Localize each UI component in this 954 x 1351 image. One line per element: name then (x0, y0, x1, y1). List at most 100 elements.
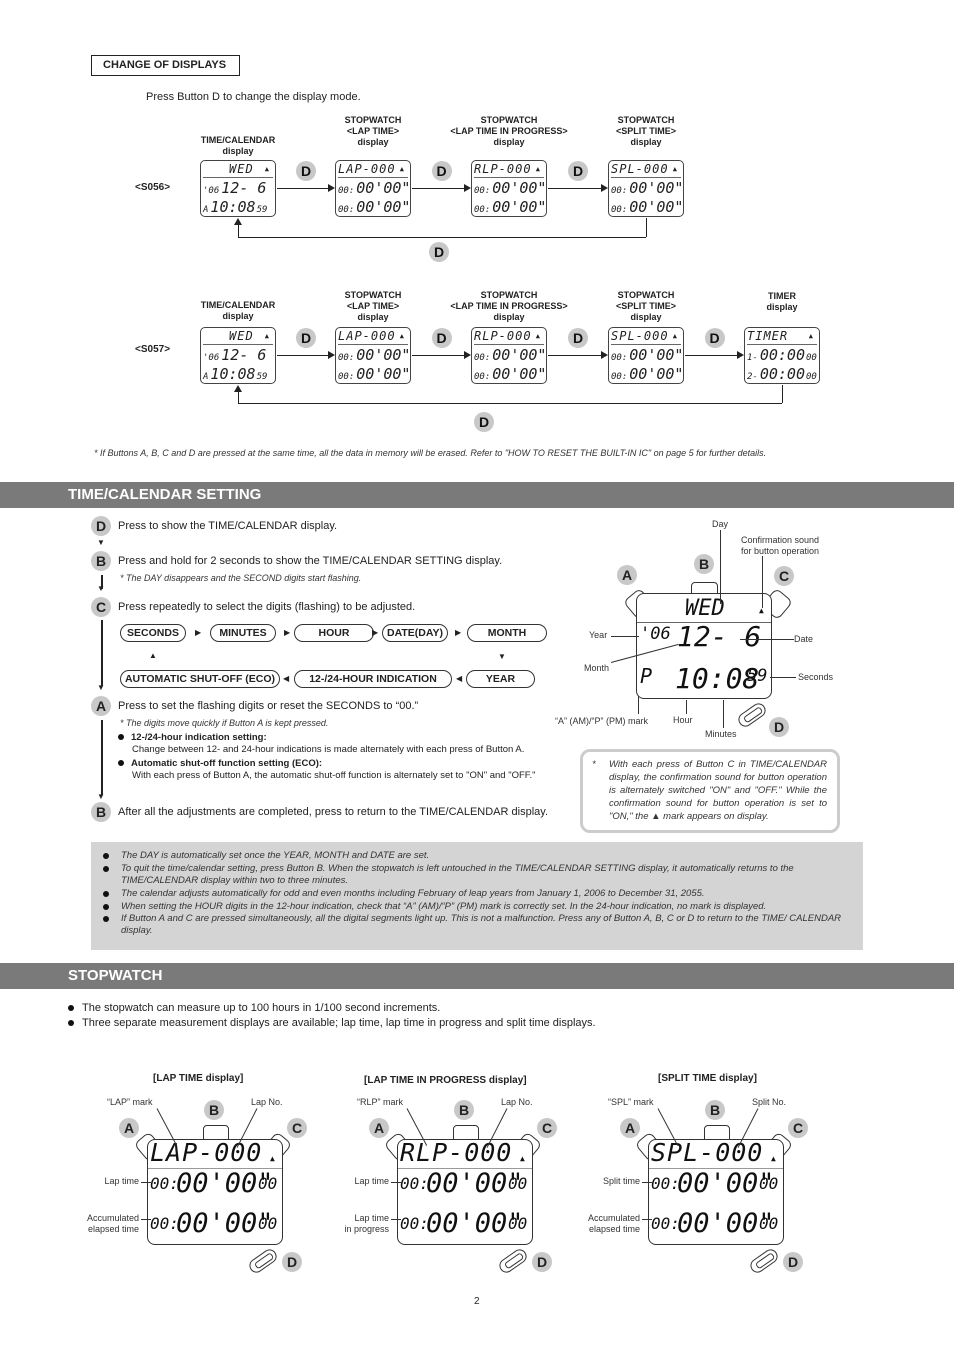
caption-line: TIME/CALENDAR (200, 300, 276, 310)
lcd-small: 00: (338, 372, 355, 382)
lcd-row: 00:00'00"00 (474, 179, 546, 200)
sub-bullet-text: Change between 12- and 24-hour indicatio… (132, 744, 525, 755)
display-caption: STOPWATCH <LAP TIME> display (308, 115, 438, 148)
flow-arrow-line (412, 188, 464, 189)
lcd-top-value: LAP-000 (338, 329, 396, 343)
ampm-value: P (640, 664, 653, 688)
lcd-row: 00:00'00"00 (611, 179, 684, 200)
lcd-small: 2- (747, 372, 758, 382)
lcd-small: 1- (747, 353, 758, 363)
lcd-row: 2- 00:0000 (747, 365, 817, 383)
lcd-main: 00'00" (356, 346, 411, 364)
lcd-main: 00'00" (356, 179, 411, 197)
arrow-right-icon: ▶ (284, 628, 291, 637)
lcd-display: WED ▲ '06 12- 6 A 10:0859 (200, 327, 276, 384)
lcd-main: 00:00 (759, 346, 805, 364)
mark-label: “SPL” mark (608, 1097, 654, 1107)
bullet-icon (118, 734, 124, 741)
lcd-main: 00'00" (629, 179, 684, 197)
bell-icon: ▲ (535, 165, 541, 173)
button-d-icon: D (568, 161, 588, 181)
lcd-row: A 10:0859 (203, 365, 273, 383)
label-minutes: Minutes (705, 729, 737, 739)
gray-note: The calendar adjusts automatically for o… (103, 888, 851, 900)
row2-label: Accumulated elapsed time (587, 1213, 640, 1234)
lcd-small: 00: (611, 205, 628, 215)
leader-line (770, 677, 796, 678)
step-text: Press to show the TIME/CALENDAR display. (118, 520, 338, 532)
label-ampm: “A” (AM)/“P” (PM) mark (555, 716, 648, 726)
lcd-small: 00: (611, 353, 628, 363)
gray-note: The DAY is automatically set once the YE… (103, 850, 851, 862)
model-label: <S056> (135, 182, 171, 193)
caption-line: display (493, 137, 525, 147)
gray-note-text: The calendar adjusts automatically for o… (121, 888, 705, 899)
row2-label: Lap time in progress (344, 1213, 389, 1234)
lcd-small: 00 (806, 353, 817, 363)
gray-note: To quit the time/calendar setting, press… (103, 863, 851, 887)
gray-note-text: When setting the HOUR digits in the 12-h… (121, 901, 767, 912)
lcd-small: 00: (474, 205, 491, 215)
lcd-top-text: TIMER ▲ (747, 328, 817, 345)
sub-bullet: Automatic shut-off function setting (ECO… (118, 758, 550, 782)
label-hour: Hour (673, 715, 693, 725)
caption-line: display (222, 146, 254, 156)
lcd-top-value: WED (229, 162, 254, 176)
sequence-item: SECONDS (120, 624, 186, 642)
lcd-main: 00'00" (492, 198, 547, 216)
button-d-icon: D (704, 328, 725, 348)
bullet-icon (68, 1005, 74, 1012)
lcd-display: SPL-000▲00:00'00"0000:00'00"00 (608, 327, 684, 384)
button-b-icon: B (705, 1100, 725, 1120)
lcd-top-value: TIMER (747, 329, 789, 343)
bell-icon: ▲ (771, 1154, 776, 1163)
button-d-housing[interactable] (747, 1246, 781, 1276)
button-d-icon: D (431, 161, 452, 181)
lcd-main: 12- 6 (221, 179, 267, 197)
arrow-right-icon (601, 184, 608, 192)
watch-face: WED ▲ '06 12- 6 P 10:08 59 (636, 593, 772, 699)
return-line (646, 218, 647, 237)
lcd-small: '06 (203, 186, 220, 196)
button-d-icon: D (429, 242, 449, 262)
button-d-housing[interactable] (496, 1246, 530, 1276)
hundredths-digits: 00 (508, 1174, 528, 1193)
sequence-item: HOUR (294, 624, 374, 642)
display-caption: TIME/CALENDAR display (173, 135, 303, 157)
hundredths-digits: 00 (258, 1214, 278, 1233)
arrow-right-icon (328, 184, 335, 192)
caption-line: STOPWATCH (617, 290, 675, 300)
lcd-top-text: SPL-000 ▲ (611, 328, 681, 345)
caption-line: display (630, 137, 662, 147)
button-d-housing[interactable] (735, 700, 769, 730)
flow-arrow-line (277, 188, 328, 189)
arrow-left-icon: ◀ (456, 674, 463, 683)
button-d-housing[interactable] (246, 1246, 280, 1276)
leader-line (391, 1219, 401, 1220)
sound-note-text: With each press of Button C in TIME/CALE… (609, 759, 827, 822)
sequence-item: 12-/24-HOUR INDICATION (294, 670, 452, 688)
lcd-small: 00: (474, 186, 491, 196)
small-digits: 00: (400, 1174, 429, 1193)
display-caption: STOPWATCH <LAP TIME IN PROGRESS> display (444, 115, 574, 148)
lcd-row: 00:00'00"00 (338, 365, 410, 383)
bell-icon: ▲ (672, 165, 678, 173)
lcd-row: 00:00'00"00 (611, 346, 683, 367)
bullet-icon (118, 760, 124, 767)
lcd-top-value: RLP-000 (474, 329, 532, 343)
lcd-main: 00'00" (492, 346, 547, 364)
sequence-item: MINUTES (210, 624, 276, 642)
step-text: Press repeatedly to select the digits (f… (118, 601, 416, 613)
button-a-icon: A (617, 565, 637, 585)
button-d-icon: D (296, 328, 316, 348)
button-a-icon: A (369, 1118, 389, 1138)
arrow-down-icon: ▼ (97, 584, 105, 593)
arrow-right-icon (328, 351, 335, 359)
sub-bullet-text: With each press of Button A, the automat… (132, 770, 536, 781)
caption-line: display (357, 137, 389, 147)
bullet-icon (103, 916, 109, 922)
lcd-main: 10:08 (210, 365, 256, 383)
lcd-row: 00:00'00"00 (338, 346, 411, 367)
bullet-icon (103, 853, 109, 859)
number-label: Lap No. (501, 1097, 533, 1107)
